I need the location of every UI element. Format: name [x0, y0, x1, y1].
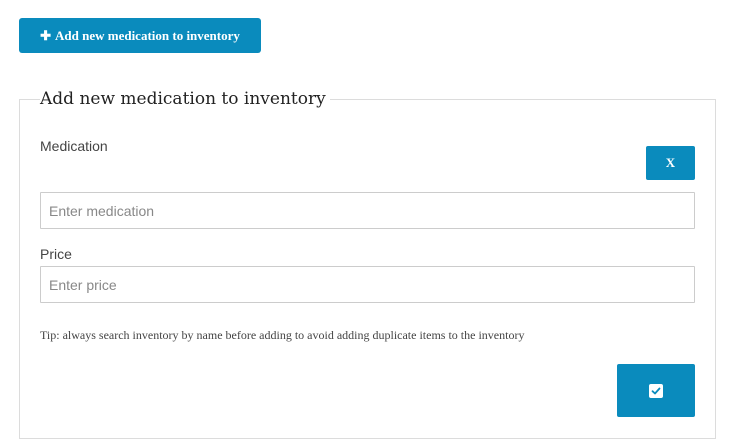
plus-icon: ✚ [40, 27, 51, 43]
add-medication-form: Add new medication to inventory Medicati… [19, 89, 716, 439]
submit-button[interactable] [617, 364, 695, 417]
check-square-icon [649, 383, 663, 398]
price-input[interactable] [40, 266, 695, 303]
add-medication-button[interactable]: ✚ Add new medication to inventory [19, 18, 261, 53]
price-label: Price [40, 246, 72, 262]
form-title: Add new medication to inventory [40, 89, 326, 109]
medication-label: Medication [40, 138, 108, 154]
close-form-button[interactable]: X [646, 146, 695, 180]
tip-text: Tip: always search inventory by name bef… [40, 328, 525, 342]
add-medication-button-label: Add new medication to inventory [55, 27, 240, 43]
medication-input[interactable] [40, 192, 695, 229]
